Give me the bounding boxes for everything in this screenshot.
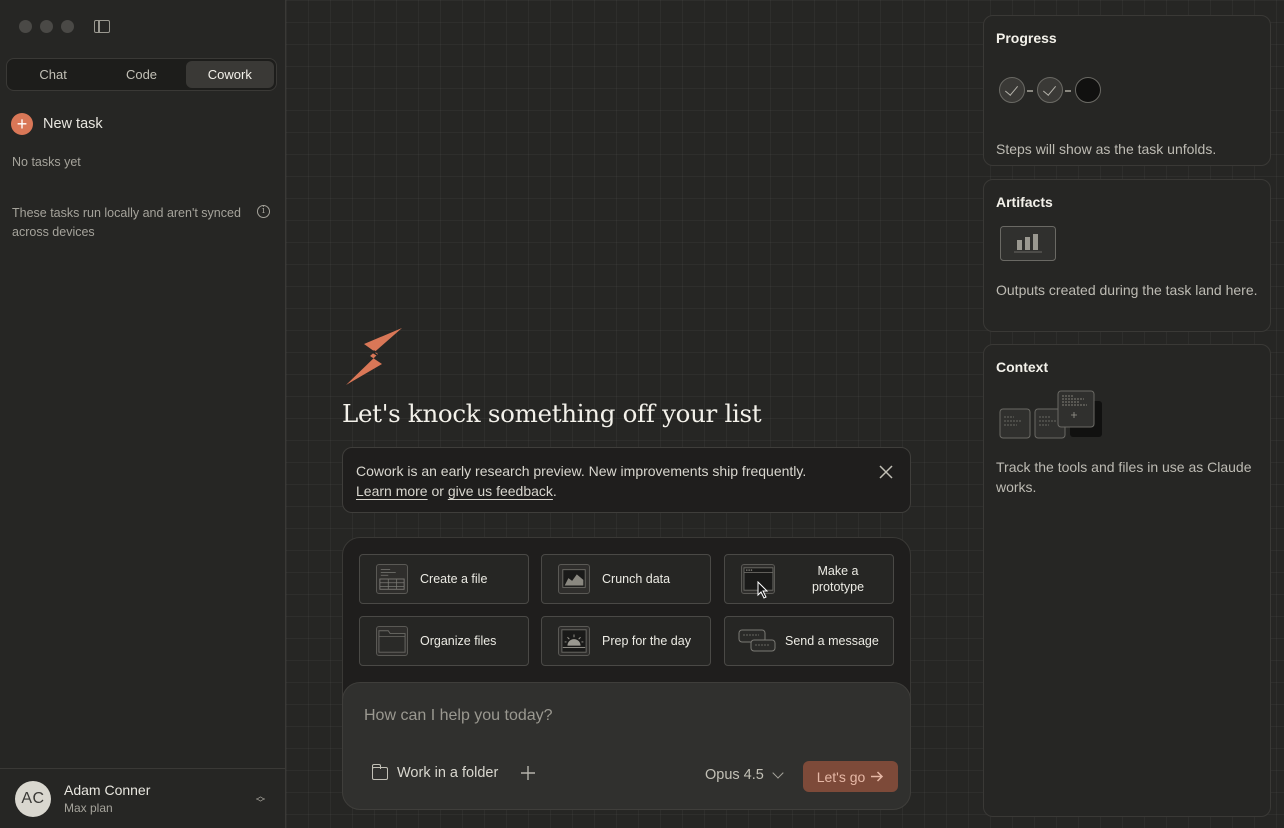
minimize-window-button[interactable] [40, 20, 53, 33]
local-tasks-note: These tasks run locally and aren't synce… [12, 206, 241, 239]
create-file-label: Create a file [420, 572, 488, 586]
sidebar-toggle-icon[interactable] [94, 20, 110, 33]
learn-more-link[interactable]: Learn more [356, 483, 428, 499]
step-complete-icon [999, 77, 1025, 103]
info-icon[interactable]: i [257, 205, 270, 218]
prep-day-button[interactable]: Prep for the day [541, 616, 711, 666]
model-selector[interactable]: Opus 4.5 [705, 767, 784, 783]
chevron-down-icon [772, 767, 784, 779]
notice-period: . [552, 483, 557, 499]
chat-bubbles-icon [738, 629, 776, 652]
close-window-button[interactable] [19, 20, 32, 33]
prep-day-label: Prep for the day [602, 634, 691, 648]
model-label: Opus 4.5 [705, 767, 764, 783]
organize-files-label: Organize files [420, 634, 497, 648]
bar-chart-icon [1000, 226, 1056, 261]
preview-notice: Cowork is an early research preview. New… [342, 447, 911, 513]
tab-cowork[interactable]: Cowork [185, 61, 274, 88]
work-in-folder-button[interactable]: Work in a folder [372, 763, 499, 781]
send-message-label: Send a message [785, 634, 879, 648]
file-spreadsheet-icon [376, 564, 408, 594]
new-task-label: New task [43, 116, 103, 132]
crunch-data-button[interactable]: Crunch data [541, 554, 711, 604]
crunch-data-label: Crunch data [602, 572, 671, 586]
chart-icon [558, 564, 590, 594]
notice-text: Cowork is an early research preview. New… [356, 463, 807, 479]
artifacts-card: Artifacts Outputs created during the tas… [983, 179, 1271, 332]
cowork-logo-icon [346, 328, 402, 385]
add-attachment-button[interactable] [521, 763, 535, 786]
progress-card: Progress Steps will show as the task unf… [983, 15, 1271, 166]
mode-switcher: Chat Code Cowork [6, 58, 277, 91]
tab-code[interactable]: Code [97, 61, 185, 88]
context-card: Context Track the tools and files in use… [983, 344, 1271, 817]
prompt-input[interactable]: How can I help you today? [364, 707, 553, 725]
artifacts-title: Artifacts [996, 194, 1053, 210]
arrow-right-icon [871, 771, 884, 782]
composer: Create a file Crunch data Make a prototy… [342, 537, 911, 810]
plus-icon [521, 766, 535, 780]
step-current-icon [1075, 77, 1101, 103]
plus-icon: + [11, 113, 33, 135]
lets-go-label: Let's go [816, 768, 866, 785]
avatar: AC [15, 780, 51, 817]
send-message-button[interactable]: Send a message [724, 616, 894, 666]
user-plan: Max plan [64, 801, 113, 815]
notice-or: or [427, 483, 448, 499]
sunrise-icon [558, 626, 590, 656]
page-title: Let's knock something off your list [342, 399, 762, 428]
context-files-icon [999, 390, 1102, 439]
folder-icon [372, 763, 388, 780]
work-in-folder-label: Work in a folder [397, 765, 499, 781]
context-title: Context [996, 359, 1049, 375]
make-prototype-label: Make a prototype [811, 564, 865, 594]
expand-collapse-icon: ︿ ﹀ [255, 791, 265, 808]
user-info: Adam Conner Max plan [64, 782, 150, 815]
maximize-window-button[interactable] [61, 20, 74, 33]
close-icon[interactable] [879, 465, 893, 479]
mouse-cursor-icon [757, 581, 769, 599]
step-connector [1027, 90, 1033, 92]
organize-files-button[interactable]: Organize files [359, 616, 529, 666]
context-desc: Track the tools and files in use as Clau… [996, 459, 1252, 495]
folder-icon [376, 626, 408, 656]
user-name: Adam Conner [64, 782, 151, 798]
user-menu[interactable]: AC Adam Conner Max plan ︿ ﹀ [0, 768, 285, 828]
lets-go-button[interactable]: Let's go [803, 761, 898, 792]
empty-tasks-label: No tasks yet [12, 155, 81, 169]
feedback-link[interactable]: give us feedback [448, 483, 553, 499]
progress-desc: Steps will show as the task unfolds. [996, 141, 1217, 157]
app-window: Chat Code Cowork + New task No tasks yet… [0, 0, 1284, 828]
artifacts-desc: Outputs created during the task land her… [996, 282, 1258, 298]
step-complete-icon [1037, 77, 1063, 103]
sidebar: Chat Code Cowork + New task No tasks yet… [0, 0, 286, 828]
tab-chat[interactable]: Chat [9, 61, 97, 88]
make-prototype-button[interactable]: Make a prototype [724, 554, 894, 604]
create-file-button[interactable]: Create a file [359, 554, 529, 604]
new-task-button[interactable]: + New task [11, 113, 103, 135]
step-connector [1065, 90, 1071, 92]
prompt-input-box[interactable]: How can I help you today? Work in a fold… [342, 682, 911, 810]
progress-title: Progress [996, 30, 1057, 46]
window-controls [19, 20, 74, 33]
